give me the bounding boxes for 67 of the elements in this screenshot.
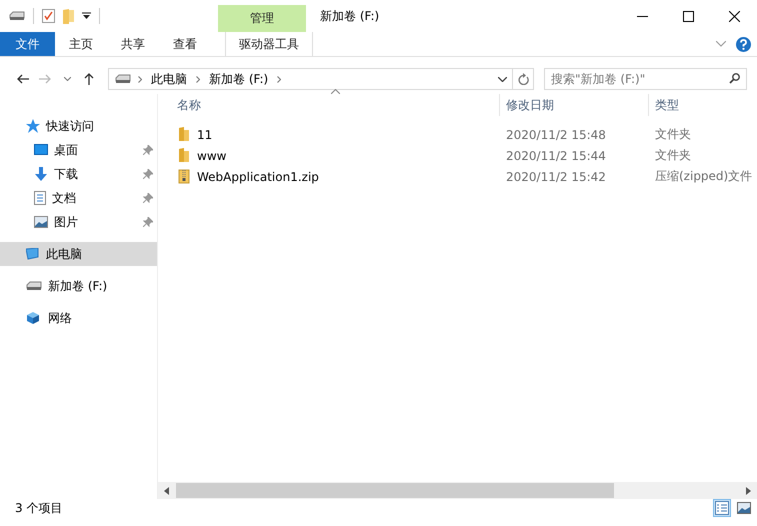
- ribbon-tab[interactable]: 查看: [159, 32, 211, 56]
- horizontal-scrollbar[interactable]: [158, 482, 757, 499]
- properties-icon[interactable]: [42, 9, 55, 23]
- nav-item[interactable]: 网络: [0, 306, 157, 330]
- large-icons-view-button[interactable]: [735, 500, 753, 516]
- search-field[interactable]: 搜索"新加卷 (F:)": [544, 68, 747, 90]
- refresh-button[interactable]: [513, 68, 534, 90]
- pin-icon[interactable]: [143, 217, 153, 227]
- ribbon-tab[interactable]: 共享: [107, 32, 159, 56]
- dropdown-icon[interactable]: [498, 76, 507, 82]
- expand-ribbon-icon[interactable]: [716, 41, 726, 47]
- refresh-icon: [518, 73, 528, 85]
- search-icon: [729, 73, 740, 84]
- close-icon: [728, 10, 740, 22]
- ribbon-tab[interactable]: 驱动器工具: [225, 32, 313, 56]
- column-header[interactable]: 类型: [649, 94, 757, 116]
- chevron-icon[interactable]: [277, 76, 282, 82]
- drive-icon: [115, 74, 131, 84]
- breadcrumb[interactable]: 新加卷 (F:): [207, 70, 270, 88]
- type-cell-text: 压缩(zipped)文件: [654, 168, 754, 185]
- dropdown-icon[interactable]: [82, 12, 91, 20]
- file-menu-tab[interactable]: 文件: [0, 32, 55, 56]
- nav-item[interactable]: 桌面: [0, 138, 157, 162]
- type-cell-text: 文件夹: [654, 147, 692, 164]
- date-cell-text: 2020/11/2 15:42: [505, 170, 607, 184]
- pin-icon[interactable]: [143, 169, 153, 179]
- download-arrow-icon: [34, 167, 48, 181]
- date-cell-text: 2020/11/2 15:48: [505, 128, 607, 142]
- date-cell-text: 2020/11/2 15:44: [505, 148, 607, 162]
- column-header[interactable]: 名称: [158, 94, 500, 116]
- window-title: 新加卷 (F:): [320, 8, 380, 24]
- column-header[interactable]: 修改日期: [500, 94, 649, 116]
- ribbon-tab[interactable]: 主页: [55, 32, 107, 56]
- breadcrumb[interactable]: 此电脑: [149, 70, 189, 88]
- nav-item[interactable]: 此电脑: [0, 242, 157, 266]
- maximize-icon: [682, 10, 694, 22]
- folder-icon: [178, 148, 190, 163]
- sort-ascending-icon: [331, 89, 340, 94]
- chevron-icon[interactable]: [196, 76, 200, 82]
- pin-icon[interactable]: [143, 193, 153, 203]
- nav-item[interactable]: 图片: [0, 210, 157, 234]
- document-icon: [34, 191, 46, 205]
- zip-folder-icon: [178, 169, 190, 184]
- nav-item[interactable]: 文档: [0, 186, 157, 210]
- network-icon: [26, 311, 42, 325]
- drive-icon: [26, 281, 42, 291]
- nav-item[interactable]: 新加卷 (F:): [0, 274, 157, 298]
- item-count: 3 个项目: [15, 500, 62, 516]
- desktop-icon: [34, 144, 48, 156]
- nav-item[interactable]: 快速访问: [0, 114, 157, 138]
- drive-icon: [9, 11, 25, 21]
- type-cell-text: 文件夹: [654, 126, 692, 143]
- context-tab-header: 管理: [218, 5, 306, 32]
- address-bar[interactable]: 此电脑 新加卷 (F:): [108, 68, 513, 90]
- computer-icon: [26, 248, 40, 260]
- star-icon: [26, 119, 40, 133]
- image-icon: [34, 216, 48, 228]
- pin-icon[interactable]: [143, 145, 153, 155]
- scrollbar-thumb[interactable]: [176, 483, 614, 498]
- file-name[interactable]: www: [158, 148, 500, 163]
- help-icon[interactable]: [736, 36, 751, 52]
- folder-icon: [178, 127, 190, 142]
- chevron-icon[interactable]: [138, 76, 142, 82]
- nav-item[interactable]: 下载: [0, 162, 157, 186]
- details-view-button[interactable]: [713, 499, 731, 517]
- file-name[interactable]: WebApplication1.zip: [158, 169, 500, 184]
- file-name[interactable]: 11: [158, 127, 500, 142]
